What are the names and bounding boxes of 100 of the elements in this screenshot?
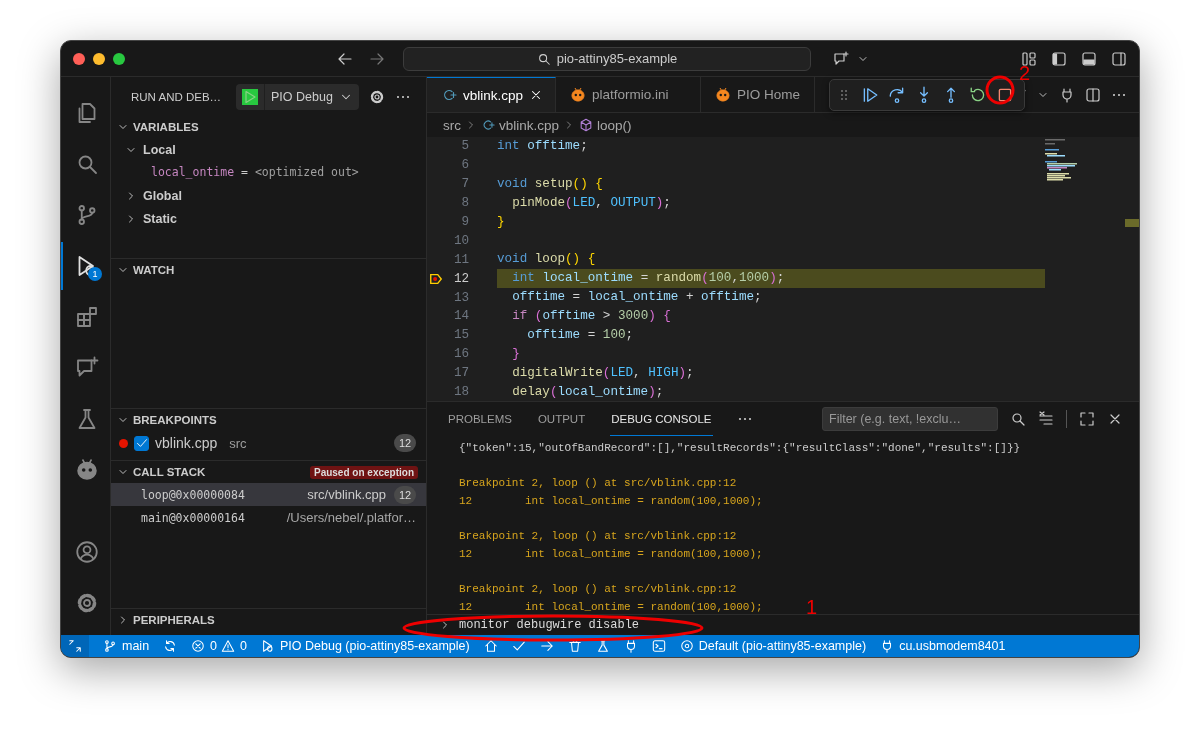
line-number: 6 [460,158,469,173]
status-text[interactable]: cu.usbmodem8401 [899,639,1006,653]
breakpoint-dot [119,438,128,448]
play-icon[interactable] [242,88,258,105]
panel-tab[interactable]: OUTPUT [536,402,587,436]
console-line: 12 int local_ontime = random(100,1000); [459,600,763,614]
warning-icon[interactable] [221,639,236,653]
status-text[interactable]: 0 [240,639,247,653]
line-number: 5 [460,139,469,154]
minimize-light[interactable] [93,52,105,65]
section-header[interactable]: WATCH [111,259,426,281]
frame-source: /Users/nebel/.platfor… [286,510,416,525]
remote-button[interactable] [61,635,89,657]
terminal-icon[interactable] [651,639,666,653]
status-text[interactable]: Default (pio-attiny85-example) [698,639,867,653]
breadcrumb-item[interactable]: src [443,117,461,133]
line-number: 17 [452,366,469,381]
trash-icon[interactable] [567,639,582,653]
breadcrumb-item[interactable]: vblink.cpp [499,117,560,133]
chat-icon[interactable] [833,50,849,67]
alien-icon [570,86,587,103]
console-line: 12 int local_ontime = random(100,1000); [459,547,763,562]
secondary-sidebar-icon[interactable] [1111,50,1127,67]
breakpoint-file[interactable]: vblink.cpp [155,435,218,451]
sidebar-toggle-icon[interactable] [1051,50,1067,67]
play-bug-icon[interactable] [261,639,275,653]
current-line-icon[interactable] [429,271,443,286]
close-light[interactable] [73,52,85,65]
scope-item[interactable]: Static [111,207,426,230]
step-over-icon[interactable] [888,86,906,104]
frame-name: loop@0x00000084 [141,487,246,502]
editor-tab[interactable]: PIO Home [701,77,816,112]
line-number: 10 [452,233,469,248]
line-badge: 12 [394,485,416,504]
frame-source: src/vblink.cpp [306,487,386,502]
panel-toggle-icon[interactable] [1081,50,1097,67]
line-number: 9 [460,215,469,229]
command-center[interactable]: pio-attiny85-example [403,46,811,71]
search-icon[interactable] [1010,411,1026,427]
target-icon[interactable] [679,639,694,653]
editor-tab[interactable]: platformio.ini [556,77,702,112]
status-text[interactable]: 0 [210,639,218,653]
editor-tab[interactable]: vblink.cpp [427,77,557,112]
panel-tab[interactable]: PROBLEMS [447,402,513,436]
frame-name: main@0x00000164 [141,510,246,525]
split-editor-icon[interactable] [1085,86,1101,103]
line-number: 8 [460,196,469,211]
alien-icon [715,86,732,103]
stop-icon[interactable] [996,86,1014,104]
line-number: 14 [452,309,469,324]
home-icon[interactable] [483,639,498,653]
line-number: 18 [452,385,469,399]
console-line: Breakpoint 2, loop () at src/vblink.cpp:12 [459,582,737,597]
annotation-number: 1 [806,597,818,617]
settings-icon[interactable] [368,88,385,105]
restart-icon[interactable] [969,86,987,104]
checkbox[interactable] [134,435,149,451]
activity-item[interactable]: 1 [61,242,110,290]
annotation-circle [985,75,1015,105]
breadcrumb-item[interactable]: loop() [597,117,632,133]
section-header[interactable]: BREAKPOINTS [111,409,426,431]
code-line: int offtime; [497,139,588,153]
stack-frame[interactable]: loop@0x00000084 src/vblink.cpp 12 [111,483,426,506]
plug-icon[interactable] [1059,86,1075,103]
scope-item[interactable]: Local [111,138,426,161]
branch-icon[interactable] [103,639,117,653]
code-line: if (offtime > 3000) { [511,309,671,323]
cube-icon [579,118,594,132]
arrow-icon[interactable] [539,639,554,653]
zoom-light[interactable] [113,52,125,65]
error-icon[interactable] [191,639,206,653]
code-line: digitalWrite(LED, HIGH); [511,365,694,380]
code-line: void loop() { [497,252,596,267]
flask-icon[interactable] [595,639,610,653]
check-icon[interactable] [511,639,526,653]
code-line: delay(local_ontime); [511,384,664,399]
panel-tab[interactable]: DEBUG CONSOLE [610,402,713,436]
sync-icon[interactable] [163,639,178,653]
scope-item[interactable]: Global [111,184,426,207]
continue-icon[interactable] [861,86,879,104]
stack-frame[interactable]: main@0x00000164 /Users/nebel/.platfor… [111,506,426,529]
blocks-icon [74,305,99,329]
command-center-text: pio-attiny85-example [556,51,678,66]
section-header[interactable]: VARIABLES [111,116,426,138]
filter-field[interactable]: Filter (e.g. text, !exclu… [822,407,998,431]
code-line: int local_ontime = random(100,1000); [511,271,785,286]
console-input[interactable]: monitor debugwire disable [459,616,1139,634]
status-text[interactable]: PIO Debug (pio-attiny85-example) [280,639,470,653]
section-header[interactable]: PERIPHERALS [111,609,426,631]
line-badge: 12 [394,434,416,452]
layout-icon[interactable] [1021,50,1037,67]
status-text[interactable]: main [122,639,150,653]
code-line: } [497,214,505,229]
debug-config-dropdown[interactable]: PIO Debug [236,83,359,110]
variable-row[interactable]: local_ontime = <optimized out> [111,161,426,184]
console-line: {"token":15,"outOfBandRecord":[],"resultRecords":{"resultClass":"done","results":[]}} [459,441,1021,456]
section-header[interactable]: CALL STACK Paused on exception [111,461,426,483]
clear-console-icon[interactable] [1038,411,1054,427]
maximize-icon[interactable] [1079,411,1095,427]
code-line: } [511,346,520,361]
